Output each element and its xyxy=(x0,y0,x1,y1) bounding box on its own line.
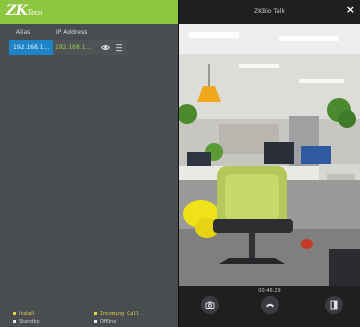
column-header-ip: IP Address xyxy=(56,29,88,36)
camera-icon xyxy=(205,301,215,309)
zkteco-logo: ZKTeco xyxy=(6,3,42,19)
status-legend: Install Standby Incoming Call Offline xyxy=(0,310,178,327)
other-dot-icon xyxy=(94,320,97,323)
legend-other: Offline xyxy=(94,319,116,325)
device-ip: 192.168.1... xyxy=(55,44,92,51)
legend-incoming: Incoming Call xyxy=(94,311,139,317)
device-table-header: Alias IP Address xyxy=(8,29,176,39)
call-timer: 00:46:29 xyxy=(258,288,281,294)
hang-up-icon xyxy=(266,303,274,308)
snapshot-button[interactable] xyxy=(201,296,219,314)
eye-icon[interactable] xyxy=(101,43,110,52)
close-icon[interactable]: × xyxy=(346,4,355,16)
standby-dot-icon xyxy=(13,320,16,323)
office-camera-image xyxy=(179,24,360,286)
legend-other-label: Offline xyxy=(100,319,117,325)
logo-main: ZK xyxy=(6,3,28,19)
brand-header: ZKTeco xyxy=(0,0,178,24)
legend-install: Install xyxy=(13,311,34,317)
device-panel: ZKTeco Alias IP Address 192.168.1... 192… xyxy=(0,0,178,327)
device-row[interactable]: 192.168.1... 192.168.1... xyxy=(9,40,127,55)
logo-sub: Teco xyxy=(27,9,42,17)
video-feed xyxy=(179,24,360,286)
device-alias: 192.168.1... xyxy=(9,40,53,55)
legend-incoming-label: Incoming Call xyxy=(100,311,140,317)
menu-icon[interactable] xyxy=(115,43,123,52)
call-window: ZKBio Talk × 00:46:29 xyxy=(179,0,360,327)
legend-install-label: Install xyxy=(19,311,35,317)
window-title: ZKBio Talk xyxy=(254,8,285,15)
call-titlebar: ZKBio Talk × xyxy=(179,0,360,24)
hang-up-button[interactable] xyxy=(261,296,279,314)
legend-standby-label: Standby xyxy=(19,319,40,325)
open-door-button[interactable] xyxy=(325,296,343,314)
legend-standby: Standby xyxy=(13,319,40,325)
install-dot-icon xyxy=(13,312,16,315)
incoming-dot-icon xyxy=(94,312,97,315)
column-header-alias: Alias xyxy=(16,29,31,36)
door-open-icon xyxy=(330,300,338,310)
